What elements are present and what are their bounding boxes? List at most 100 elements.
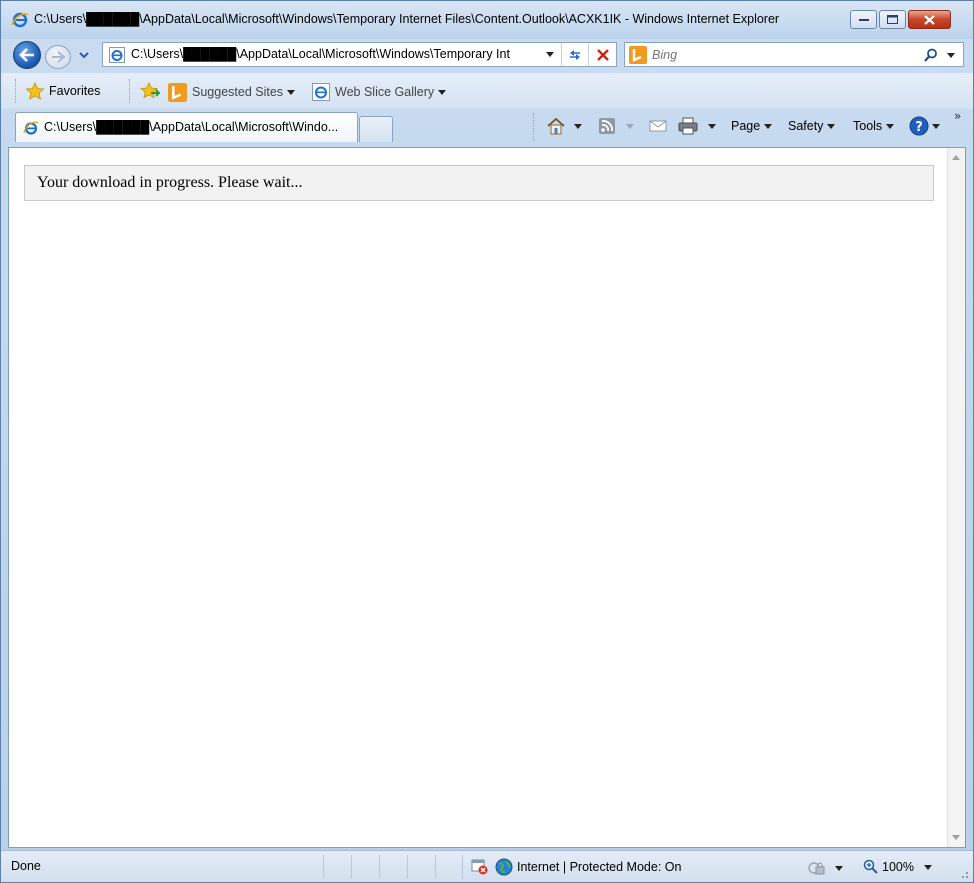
search-box[interactable] [624,42,964,67]
favorites-label: Favorites [49,84,101,98]
new-tab-button[interactable] [359,116,393,142]
toolbar-separator [129,79,132,103]
chevron-down-icon [827,123,836,129]
chevron-down-icon [886,123,895,129]
back-arrow-icon [19,48,34,62]
tools-menu-button[interactable]: Tools [853,113,895,139]
toolbar-grip[interactable] [15,79,18,103]
close-icon [924,14,935,25]
refresh-icon [569,49,580,60]
globe-icon [495,858,513,876]
protected-mode-settings[interactable] [807,858,843,878]
lock-icon [808,862,825,875]
vertical-scrollbar[interactable] [947,148,965,847]
suggested-sites-label: Suggested Sites [192,85,284,99]
feeds-button[interactable] [598,113,634,139]
maximize-button[interactable] [879,10,906,29]
chevron-down-icon [438,89,447,95]
zoom-level: 100% [882,860,914,874]
status-bar: Done Internet | Protected Mode: On 100% [1,850,973,882]
chevron-down-icon [764,123,773,129]
web-slice-gallery-button[interactable]: Web Slice Gallery [312,81,447,103]
mail-icon [649,120,667,132]
stop-button[interactable] [588,43,616,66]
search-options-dropdown[interactable] [943,46,959,64]
chevron-down-icon [546,52,554,57]
browser-window: C:\Users\██████\AppData\Local\Microsoft\… [0,0,974,883]
resize-grip-icon[interactable] [959,869,969,879]
tab-active[interactable]: C:\Users\██████\AppData\Local\Microsoft\… [15,112,358,142]
status-text: Done [11,859,41,873]
status-divider [379,855,380,879]
ie-icon [23,121,39,135]
forward-button[interactable] [45,45,71,69]
navigation-bar: C:\Users\██████\AppData\Local\Microsoft\… [1,39,973,71]
minimize-icon [858,18,869,21]
chevron-down-icon [574,123,582,129]
print-icon [678,117,698,135]
chevron-down-icon [708,123,716,129]
search-button[interactable] [921,46,941,64]
search-icon [924,48,937,62]
add-favorites-icon[interactable] [140,82,160,100]
page-menu-button[interactable]: Page [731,113,773,139]
safety-menu-label: Safety [788,119,824,133]
search-input[interactable] [652,46,912,64]
bing-icon [629,46,647,64]
favorites-star-icon [25,82,45,100]
close-button[interactable] [908,10,951,29]
chevron-down-icon [947,52,955,58]
address-input[interactable]: C:\Users\██████\AppData\Local\Microsoft\… [131,47,541,63]
page-menu-label: Page [731,119,761,133]
refresh-button[interactable] [561,43,587,66]
scroll-up-icon[interactable] [952,155,960,160]
tab-label: C:\Users\██████\AppData\Local\Microsoft\… [44,120,339,134]
stop-icon [596,48,609,61]
feeds-icon [599,118,615,134]
svg-text:?: ? [915,120,923,135]
zone-label: Internet | Protected Mode: On [517,860,682,874]
home-icon [547,117,565,135]
address-dropdown-button[interactable] [540,43,560,66]
security-zone[interactable]: Internet | Protected Mode: On [471,857,681,877]
read-mail-button[interactable] [649,113,667,139]
toolbar-overflow-chevron-icon[interactable]: » [954,109,961,123]
ie-icon [11,12,29,28]
window-title: C:\Users\██████\AppData\Local\Microsoft\… [34,12,780,26]
suggested-sites-button[interactable]: Suggested Sites [168,81,296,103]
address-bar[interactable]: C:\Users\██████\AppData\Local\Microsoft\… [102,42,617,67]
popup-blocked-icon [471,859,488,875]
status-divider [435,855,436,879]
help-icon: ? [909,116,929,136]
tools-menu-label: Tools [853,119,883,133]
chevron-down-icon [626,123,634,129]
forward-arrow-icon [52,51,65,63]
zoom-control[interactable]: 100% [863,857,932,877]
status-divider [407,855,408,879]
favorites-bar: Favorites Suggested Sites Web Slice Gall… [1,73,973,109]
home-button[interactable] [546,113,582,139]
window-controls [848,10,951,30]
bing-icon [168,82,187,102]
web-slice-icon [312,83,330,101]
favorites-button[interactable]: Favorites [25,79,100,103]
status-divider [351,855,352,879]
help-button[interactable]: ? [909,113,940,139]
status-divider [462,855,463,879]
status-divider [323,855,324,879]
safety-menu-button[interactable]: Safety [788,113,836,139]
recent-pages-dropdown[interactable] [79,51,89,59]
chevron-down-icon [923,864,932,870]
chevron-down-icon [835,865,843,871]
toolbar-grip[interactable] [533,113,536,141]
print-button[interactable] [678,113,716,139]
scroll-down-icon[interactable] [952,835,960,840]
chevron-down-icon [287,89,296,95]
web-slice-gallery-label: Web Slice Gallery [335,85,435,99]
minimize-button[interactable] [850,10,877,29]
maximize-icon [887,15,898,24]
ie-icon [109,47,125,63]
zoom-magnifier-icon [863,859,878,874]
back-button[interactable] [13,41,41,69]
tab-bar: C:\Users\██████\AppData\Local\Microsoft\… [1,109,973,145]
